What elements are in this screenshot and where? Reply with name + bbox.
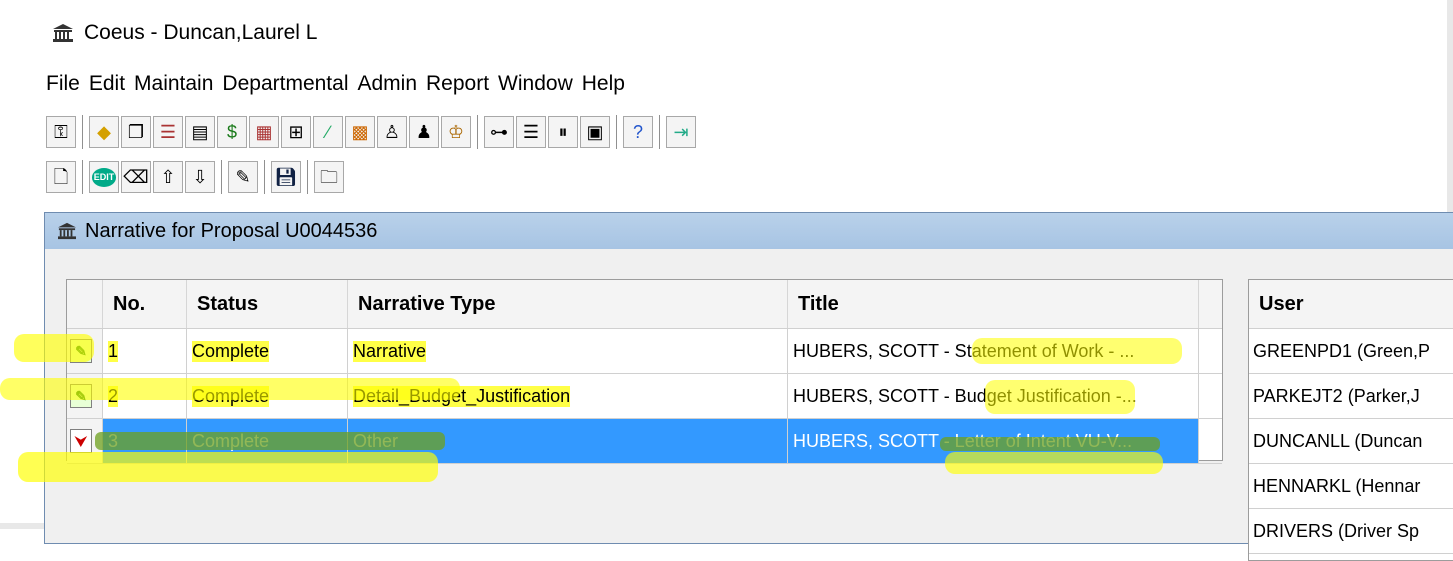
people-icon[interactable]: ♟: [409, 116, 439, 148]
header-icon-cell: [67, 280, 103, 328]
pdf-icon[interactable]: ⮟: [70, 429, 92, 453]
menu-admin[interactable]: Admin: [357, 72, 417, 96]
calc-icon[interactable]: ▣: [580, 116, 610, 148]
user-row[interactable]: DUNCANLL (Duncan: [1249, 419, 1453, 464]
budget-icon[interactable]: ☰: [153, 116, 183, 148]
money-icon[interactable]: $: [217, 116, 247, 148]
highlight-stroke: [14, 334, 94, 362]
user-row[interactable]: GREENPD1 (Green,P: [1249, 329, 1453, 374]
tree-icon[interactable]: ⊶: [484, 116, 514, 148]
building-icon: [53, 24, 73, 42]
person-icon[interactable]: ♙: [377, 116, 407, 148]
edit-label: EDIT: [91, 167, 117, 187]
edit-icon[interactable]: EDIT: [89, 161, 119, 193]
narrative-window-title: Narrative for Proposal U0044536: [85, 219, 378, 242]
toolbar-separator: [477, 115, 478, 149]
key-icon[interactable]: ⚿: [46, 116, 76, 148]
down-arrow-icon[interactable]: ⇩: [185, 161, 215, 193]
flow-icon[interactable]: ⊞: [281, 116, 311, 148]
highlight-stroke: [985, 380, 1135, 414]
folder-icon[interactable]: 🗀: [314, 161, 344, 193]
toolbar-separator: [82, 115, 83, 149]
menu-help[interactable]: Help: [582, 72, 625, 96]
user-row[interactable]: PARKEJT2 (Parker,J: [1249, 374, 1453, 419]
narrative-window-title-bar: Narrative for Proposal U0044536: [45, 213, 1453, 249]
horizontal-icon[interactable]: ☰: [516, 116, 546, 148]
eraser-icon[interactable]: ⌫: [121, 161, 151, 193]
highlight-stroke: [95, 432, 445, 450]
toolbar-separator: [82, 160, 83, 194]
header-status[interactable]: Status: [187, 280, 348, 328]
user-header[interactable]: User: [1249, 280, 1453, 329]
row-status: Complete: [187, 329, 348, 373]
exit-icon[interactable]: ⇥: [666, 116, 696, 148]
menu-bar: File Edit Maintain Departmental Admin Re…: [46, 70, 634, 98]
doc-icon[interactable]: 🗋: [46, 161, 76, 193]
grid-icon[interactable]: ▩: [345, 116, 375, 148]
copy-icon[interactable]: ❐: [121, 116, 151, 148]
up-arrow-icon[interactable]: ⇧: [153, 161, 183, 193]
toolbar-separator: [616, 115, 617, 149]
diamond-icon[interactable]: ◆: [89, 116, 119, 148]
header-narrative-type[interactable]: Narrative Type: [348, 280, 788, 328]
user-row[interactable]: DRIVERS (Driver Sp: [1249, 509, 1453, 554]
menu-window[interactable]: Window: [498, 72, 573, 96]
toolbar-separator: [264, 160, 265, 194]
row-no-text: 1: [108, 340, 119, 362]
highlight-stroke: [0, 378, 460, 400]
org-icon[interactable]: ♔: [441, 116, 471, 148]
toolbar-separator: [659, 115, 660, 149]
menu-file[interactable]: File: [46, 72, 80, 96]
row-status-text: Complete: [192, 340, 270, 362]
menu-edit[interactable]: Edit: [89, 72, 125, 96]
write-icon[interactable]: ✎: [228, 161, 258, 193]
header-title[interactable]: Title: [788, 280, 1199, 328]
menu-maintain[interactable]: Maintain: [134, 72, 213, 96]
menu-departmental[interactable]: Departmental: [222, 72, 348, 96]
vertical-icon[interactable]: ⏸: [548, 116, 578, 148]
cells-icon[interactable]: ▦: [249, 116, 279, 148]
user-panel: User GREENPD1 (Green,P PARKEJT2 (Parker,…: [1248, 279, 1453, 561]
row-type-text: Narrative: [353, 340, 427, 362]
highlight-stroke: [18, 452, 438, 482]
menu-report[interactable]: Report: [426, 72, 489, 96]
title-bar: Coeus - Duncan,Laurel L: [52, 18, 317, 48]
chart-icon[interactable]: ∕: [313, 116, 343, 148]
table-header: No. Status Narrative Type Title: [67, 280, 1222, 329]
row-no: 1: [103, 329, 187, 373]
highlight-stroke: [945, 452, 1163, 474]
toolbar-separator: [307, 160, 308, 194]
highlight-stroke: [972, 338, 1182, 364]
save-icon[interactable]: 💾︎: [271, 161, 301, 193]
toolbar-separator: [221, 160, 222, 194]
main-toolbar: ⚿ ◆ ❐ ☰ ▤ $ ▦ ⊞ ∕ ▩ ♙ ♟ ♔ ⊶ ☰ ⏸ ▣ ? ⇥: [46, 111, 698, 153]
user-row[interactable]: HENNARKL (Hennar: [1249, 464, 1453, 509]
window-title: Coeus - Duncan,Laurel L: [84, 21, 318, 44]
row-type: Narrative: [348, 329, 788, 373]
header-no[interactable]: No.: [103, 280, 187, 328]
narrative-toolbar: 🗋 EDIT ⌫ ⇧ ⇩ ✎ 💾︎ 🗀: [46, 156, 346, 198]
stack-icon[interactable]: ▤: [185, 116, 215, 148]
building-icon: [58, 222, 76, 240]
help-icon[interactable]: ?: [623, 116, 653, 148]
highlight-stroke: [940, 437, 1160, 451]
